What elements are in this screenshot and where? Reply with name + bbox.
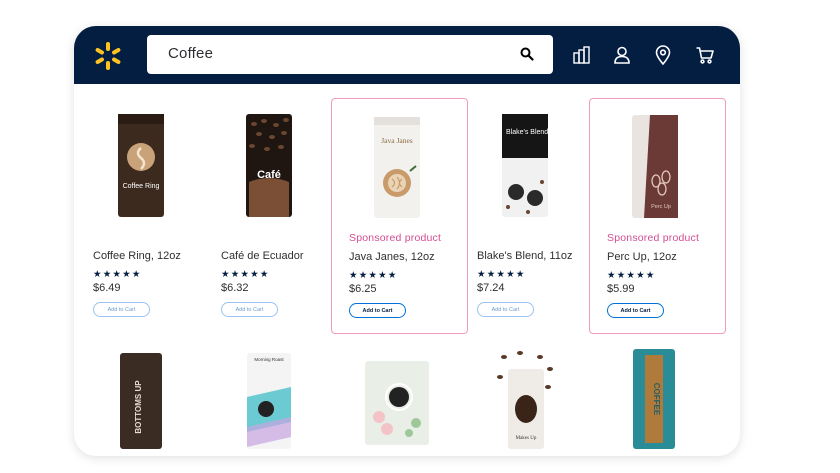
add-to-cart-button[interactable]: Add to Cart [607, 303, 664, 318]
product-image[interactable]: Makes Up [490, 347, 560, 449]
product-price: $6.32 [221, 282, 249, 294]
product-image[interactable]: COFFEE [619, 347, 689, 449]
account-icon[interactable] [612, 45, 632, 65]
product-card-sponsored[interactable]: Perc Up Sponsored product Perc Up, 12oz … [589, 98, 726, 334]
package-text: Blake's Blend [506, 129, 548, 136]
search-icon[interactable] [520, 47, 534, 61]
package-text: COFFEE [652, 383, 661, 416]
add-to-cart-button[interactable]: Add to Cart [93, 302, 150, 317]
product-price: $5.99 [607, 283, 635, 295]
product-name[interactable]: Perc Up, 12oz [607, 251, 677, 263]
search-bar[interactable]: Coffee [147, 35, 553, 74]
rating-stars: ★★★★★ [221, 269, 270, 280]
product-price: $7.24 [477, 282, 505, 294]
product-image[interactable]: Coffee Ring [106, 112, 176, 222]
rating-stars: ★★★★★ [349, 270, 398, 281]
product-name[interactable]: Café de Ecuador [221, 250, 304, 262]
search-input[interactable]: Coffee [168, 45, 213, 62]
walmart-spark-icon[interactable] [93, 41, 123, 71]
product-name[interactable]: Blake's Blend, 11oz [477, 250, 572, 262]
add-to-cart-button[interactable]: Add to Cart [221, 302, 278, 317]
package-text: Makes Up [516, 436, 537, 441]
product-card[interactable]: Coffee Ring Coffee Ring, 12oz ★★★★★ $6.4… [76, 98, 213, 334]
product-name[interactable]: Coffee Ring, 12oz [93, 250, 181, 262]
app-frame: Coffee Coffee Ring Coffee Ring, 12oz ★★★… [74, 26, 740, 456]
location-icon[interactable] [653, 45, 673, 65]
rating-stars: ★★★★★ [477, 269, 526, 280]
add-to-cart-button[interactable]: Add to Cart [477, 302, 534, 317]
product-image[interactable]: Café [234, 112, 304, 222]
product-image[interactable]: Java Janes [362, 113, 432, 223]
cart-icon[interactable] [695, 45, 715, 65]
package-text: BOTTOMS UP [134, 380, 143, 434]
product-image[interactable]: Blake's Blend [490, 112, 560, 222]
package-text: Coffee Ring [123, 183, 160, 190]
product-name[interactable]: Java Janes, 12oz [349, 251, 435, 263]
add-to-cart-button[interactable]: Add to Cart [349, 303, 406, 318]
rating-stars: ★★★★★ [93, 269, 142, 280]
package-text: Morning Roast [254, 357, 284, 362]
reorder-icon[interactable] [572, 45, 592, 65]
product-grid: Coffee Ring Coffee Ring, 12oz ★★★★★ $6.4… [74, 84, 740, 456]
product-card[interactable]: Blake's Blend Blake's Blend, 11oz ★★★★★ … [460, 98, 597, 334]
package-text: Perc Up [651, 204, 671, 210]
product-image[interactable] [361, 347, 431, 449]
header: Coffee [74, 26, 740, 84]
package-text: Java Janes [381, 136, 413, 145]
sponsored-label: Sponsored product [349, 232, 442, 244]
product-price: $6.25 [349, 283, 377, 295]
product-image[interactable]: Perc Up [620, 113, 690, 223]
product-image[interactable]: Morning Roast [234, 347, 304, 449]
package-text: Café [257, 169, 281, 181]
rating-stars: ★★★★★ [607, 270, 656, 281]
product-price: $6.49 [93, 282, 121, 294]
sponsored-label: Sponsored product [607, 232, 700, 244]
product-card[interactable]: Café Café de Ecuador ★★★★★ $6.32 Add to … [204, 98, 341, 334]
product-card-sponsored[interactable]: Java Janes Sponsored product Java Janes,… [331, 98, 468, 334]
product-image[interactable]: BOTTOMS UP [106, 347, 176, 449]
